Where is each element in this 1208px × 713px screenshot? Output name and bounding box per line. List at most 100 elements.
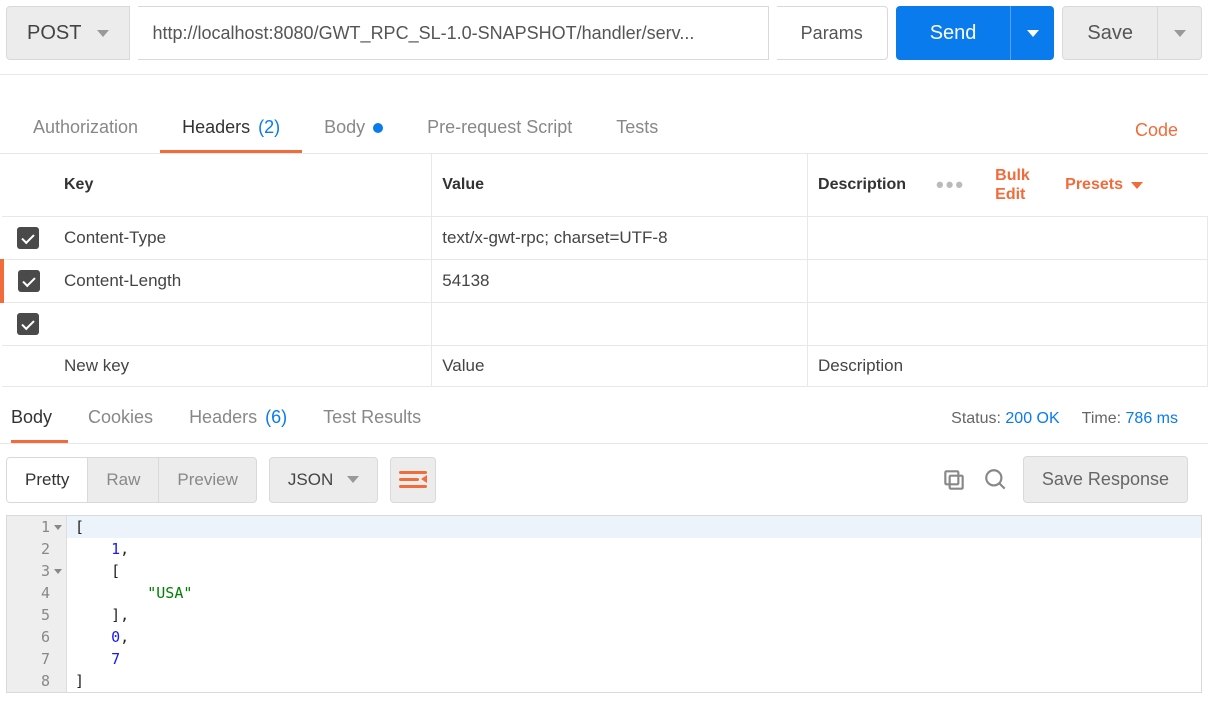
bulk-edit-link[interactable]: Bulk Edit	[995, 166, 1035, 204]
new-desc-input[interactable]: Description	[808, 346, 1208, 387]
send-group: Send	[896, 6, 1055, 60]
code-line[interactable]: 1[	[7, 516, 1201, 538]
table-row[interactable]: Content-Type text/x-gwt-rpc; charset=UTF…	[2, 217, 1208, 260]
header-key-cell[interactable]: Content-Type	[54, 217, 432, 260]
header-value-cell[interactable]: 54138	[432, 260, 808, 303]
code-content: 1,	[67, 538, 129, 560]
col-check-header	[2, 154, 54, 217]
bulk-edit-label: Bulk Edit	[995, 166, 1035, 204]
gutter: 6	[7, 626, 67, 648]
col-key-header: Key	[54, 154, 432, 217]
resp-tab-body-label: Body	[11, 407, 52, 428]
resp-tab-cookies-label: Cookies	[88, 407, 153, 428]
code-viewer[interactable]: 1[2 1,3 [4 "USA"5 ],6 0,7 78]	[6, 515, 1202, 693]
header-key-cell[interactable]	[54, 303, 432, 346]
resp-tab-headers-count: (6)	[265, 407, 287, 428]
chevron-down-icon	[1174, 30, 1186, 37]
chevron-down-icon	[1027, 30, 1039, 37]
method-select[interactable]: POST	[6, 6, 130, 60]
fold-icon[interactable]	[54, 525, 62, 530]
col-description-header: Description ••• Bulk Edit Presets	[808, 154, 1208, 217]
code-line[interactable]: 6 0,	[7, 626, 1201, 648]
header-desc-cell[interactable]	[808, 260, 1208, 303]
tab-headers-count: (2)	[258, 117, 280, 138]
save-response-button[interactable]: Save Response	[1023, 456, 1188, 503]
code-line[interactable]: 8]	[7, 670, 1201, 692]
gutter: 5	[7, 604, 67, 626]
code-line[interactable]: 2 1,	[7, 538, 1201, 560]
new-key-input[interactable]: New key	[54, 346, 432, 387]
tab-prerequest-label: Pre-request Script	[427, 117, 572, 138]
resp-tab-tests[interactable]: Test Results	[323, 407, 437, 443]
view-preview[interactable]: Preview	[159, 458, 255, 502]
tab-body[interactable]: Body	[302, 117, 405, 153]
response-tabs: Body Cookies Headers (6) Test Results	[0, 407, 457, 443]
send-dropdown[interactable]	[1010, 6, 1054, 60]
url-text: http://localhost:8080/GWT_RPC_SL-1.0-SNA…	[152, 23, 694, 44]
request-bar: POST http://localhost:8080/GWT_RPC_SL-1.…	[0, 0, 1208, 75]
format-select[interactable]: JSON	[269, 457, 378, 503]
headers-table: Key Value Description ••• Bulk Edit Pres…	[0, 154, 1208, 387]
save-group: Save	[1062, 6, 1202, 60]
search-icon[interactable]	[981, 465, 1011, 495]
chevron-down-icon	[347, 476, 359, 483]
save-button[interactable]: Save	[1062, 6, 1158, 60]
wrap-lines-button[interactable]	[390, 457, 436, 503]
presets-dropdown[interactable]: Presets	[1065, 176, 1143, 194]
code-content: ]	[67, 670, 84, 692]
tab-authorization[interactable]: Authorization	[11, 117, 160, 153]
new-value-input[interactable]: Value	[432, 346, 808, 387]
send-button[interactable]: Send	[896, 6, 1011, 60]
code-content: ],	[67, 604, 129, 626]
checkbox[interactable]	[17, 313, 39, 335]
response-meta: Status: 200 OK Time: 786 ms	[951, 410, 1208, 440]
url-input[interactable]: http://localhost:8080/GWT_RPC_SL-1.0-SNA…	[138, 6, 768, 60]
header-key-cell[interactable]: Content-Length	[54, 260, 432, 303]
header-desc-cell[interactable]	[808, 303, 1208, 346]
header-value-cell[interactable]: text/x-gwt-rpc; charset=UTF-8	[432, 217, 808, 260]
time-value: 786 ms	[1126, 410, 1178, 427]
col-value-header: Value	[432, 154, 808, 217]
params-button[interactable]: Params	[777, 6, 888, 60]
save-dropdown[interactable]	[1158, 6, 1202, 60]
code-link[interactable]: Code	[1135, 120, 1178, 151]
gutter: 8	[7, 670, 67, 692]
tab-tests[interactable]: Tests	[594, 117, 680, 153]
checkbox[interactable]	[18, 270, 40, 292]
resp-tab-cookies[interactable]: Cookies	[88, 407, 169, 443]
header-value-cell[interactable]	[432, 303, 808, 346]
gutter: 4	[7, 582, 67, 604]
response-toolbar: Pretty Raw Preview JSON Save Response	[0, 444, 1208, 515]
fold-icon[interactable]	[54, 569, 62, 574]
header-desc-cell[interactable]	[808, 217, 1208, 260]
copy-icon[interactable]	[939, 465, 969, 495]
status-value: 200 OK	[1005, 410, 1059, 427]
table-row[interactable]: Content-Length 54138	[2, 260, 1208, 303]
code-line[interactable]: 4 "USA"	[7, 582, 1201, 604]
tab-headers[interactable]: Headers (2)	[160, 117, 302, 153]
code-content: "USA"	[67, 582, 192, 604]
format-label: JSON	[288, 470, 333, 490]
view-mode-segment: Pretty Raw Preview	[6, 457, 257, 503]
tab-tests-label: Tests	[616, 117, 658, 138]
table-row[interactable]	[2, 303, 1208, 346]
code-content: [	[67, 516, 84, 538]
gutter: 1	[7, 516, 67, 538]
checkbox[interactable]	[17, 227, 39, 249]
gutter: 7	[7, 648, 67, 670]
resp-tab-tests-label: Test Results	[323, 407, 421, 428]
code-line[interactable]: 7 7	[7, 648, 1201, 670]
tab-prerequest[interactable]: Pre-request Script	[405, 117, 594, 153]
code-content: [	[67, 560, 120, 582]
resp-tab-body[interactable]: Body	[11, 407, 68, 443]
tab-body-label: Body	[324, 117, 365, 138]
table-row-new[interactable]: New key Value Description	[2, 346, 1208, 387]
resp-tab-headers-label: Headers	[189, 407, 257, 428]
view-pretty[interactable]: Pretty	[7, 458, 88, 502]
code-content: 7	[67, 648, 120, 670]
view-raw[interactable]: Raw	[88, 458, 159, 502]
code-line[interactable]: 3 [	[7, 560, 1201, 582]
resp-tab-headers[interactable]: Headers (6)	[189, 407, 303, 443]
code-line[interactable]: 5 ],	[7, 604, 1201, 626]
more-icon[interactable]: •••	[936, 172, 965, 198]
